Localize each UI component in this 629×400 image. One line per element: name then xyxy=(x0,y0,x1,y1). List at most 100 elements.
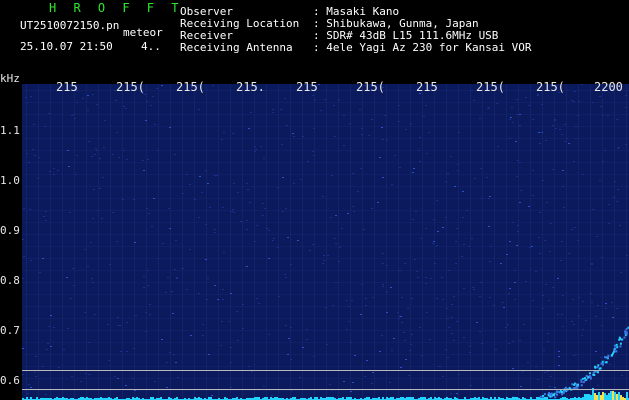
x-tick-label: 215( xyxy=(476,80,505,94)
mode-label: meteor xyxy=(123,26,163,39)
grid-row xyxy=(22,210,629,211)
noise-speck xyxy=(202,324,204,325)
noise-speck xyxy=(404,340,406,341)
noise-speck xyxy=(343,145,345,146)
noise-speck xyxy=(144,94,146,95)
spectrum-bar xyxy=(614,392,616,400)
noise-speck xyxy=(453,296,455,297)
noise-speck xyxy=(472,287,474,288)
spectrum-bar xyxy=(602,392,604,400)
grid-column xyxy=(506,84,507,400)
noise-speck xyxy=(557,314,559,315)
noise-speck xyxy=(573,355,575,356)
noise-speck xyxy=(145,331,147,332)
noise-speck xyxy=(221,321,223,322)
noise-speck xyxy=(58,367,60,368)
noise-speck xyxy=(169,228,171,229)
noise-speck xyxy=(232,133,234,134)
noise-speck xyxy=(525,97,527,98)
noise-speck xyxy=(71,376,73,377)
noise-speck xyxy=(240,221,242,222)
noise-speck xyxy=(26,153,28,154)
spectrum-bar xyxy=(610,391,612,400)
noise-speck xyxy=(619,225,621,226)
noise-speck xyxy=(597,305,599,306)
noise-speck xyxy=(451,317,453,318)
noise-speck xyxy=(390,287,392,288)
noise-speck xyxy=(231,211,233,212)
noise-speck xyxy=(585,320,587,321)
noise-speck xyxy=(360,168,362,169)
noise-speck xyxy=(397,312,399,313)
noise-speck xyxy=(216,175,218,176)
noise-speck xyxy=(571,100,573,101)
noise-speck xyxy=(441,277,443,278)
grid-row xyxy=(22,150,629,151)
noise-speck xyxy=(171,291,173,292)
noise-speck xyxy=(455,263,457,264)
noise-speck xyxy=(254,151,256,152)
noise-speck xyxy=(248,128,250,129)
noise-speck xyxy=(182,193,184,194)
noise-speck xyxy=(616,201,618,202)
spectrogram-plot xyxy=(22,84,629,400)
noise-speck xyxy=(205,224,207,225)
grid-column xyxy=(458,84,459,400)
noise-speck xyxy=(142,160,144,161)
noise-speck xyxy=(277,187,279,188)
noise-speck xyxy=(442,227,444,228)
noise-speck xyxy=(366,360,368,361)
noise-speck xyxy=(359,109,361,110)
noise-speck xyxy=(313,155,315,156)
carrier-trace-point xyxy=(588,374,591,377)
carrier-trace-point xyxy=(571,383,574,386)
noise-speck xyxy=(512,222,514,223)
noise-speck xyxy=(470,385,472,386)
noise-speck xyxy=(287,237,289,238)
noise-speck xyxy=(506,254,508,255)
noise-speck xyxy=(335,215,337,216)
noise-speck xyxy=(520,190,522,191)
noise-speck xyxy=(597,385,599,386)
noise-speck xyxy=(481,198,483,199)
noise-speck xyxy=(255,149,257,150)
noise-speck xyxy=(554,120,556,121)
grid-column xyxy=(110,84,111,400)
noise-speck xyxy=(76,102,78,103)
noise-speck xyxy=(347,213,349,214)
noise-speck xyxy=(236,311,238,312)
grid-row xyxy=(22,354,629,355)
noise-speck xyxy=(412,172,414,173)
spectrum-bar xyxy=(596,395,598,400)
noise-speck xyxy=(112,212,114,213)
noise-speck xyxy=(547,341,549,342)
noise-speck xyxy=(599,180,601,181)
noise-speck xyxy=(393,338,395,339)
noise-speck xyxy=(73,285,75,286)
noise-speck xyxy=(161,85,163,86)
noise-speck xyxy=(426,153,428,154)
noise-speck xyxy=(108,360,110,361)
noise-speck xyxy=(542,180,544,181)
noise-speck xyxy=(96,150,98,151)
noise-speck xyxy=(436,200,438,201)
noise-speck xyxy=(28,384,30,385)
noise-speck xyxy=(222,207,224,208)
noise-speck xyxy=(456,228,458,229)
grid-column xyxy=(26,84,27,400)
noise-speck xyxy=(371,208,373,209)
noise-speck xyxy=(577,115,579,116)
noise-speck xyxy=(91,278,93,279)
noise-speck xyxy=(417,277,419,278)
noise-speck xyxy=(519,202,521,203)
noise-speck xyxy=(285,325,287,326)
x-tick-label: 2200 xyxy=(594,80,623,94)
grid-row xyxy=(22,222,629,223)
noise-speck xyxy=(53,168,55,169)
noise-speck xyxy=(182,268,184,269)
grid-column xyxy=(554,84,555,400)
noise-speck xyxy=(522,371,524,372)
grid-row xyxy=(22,342,629,343)
datetime-label: 25.10.07 21:50 xyxy=(20,40,113,53)
x-tick-label: 215( xyxy=(536,80,565,94)
